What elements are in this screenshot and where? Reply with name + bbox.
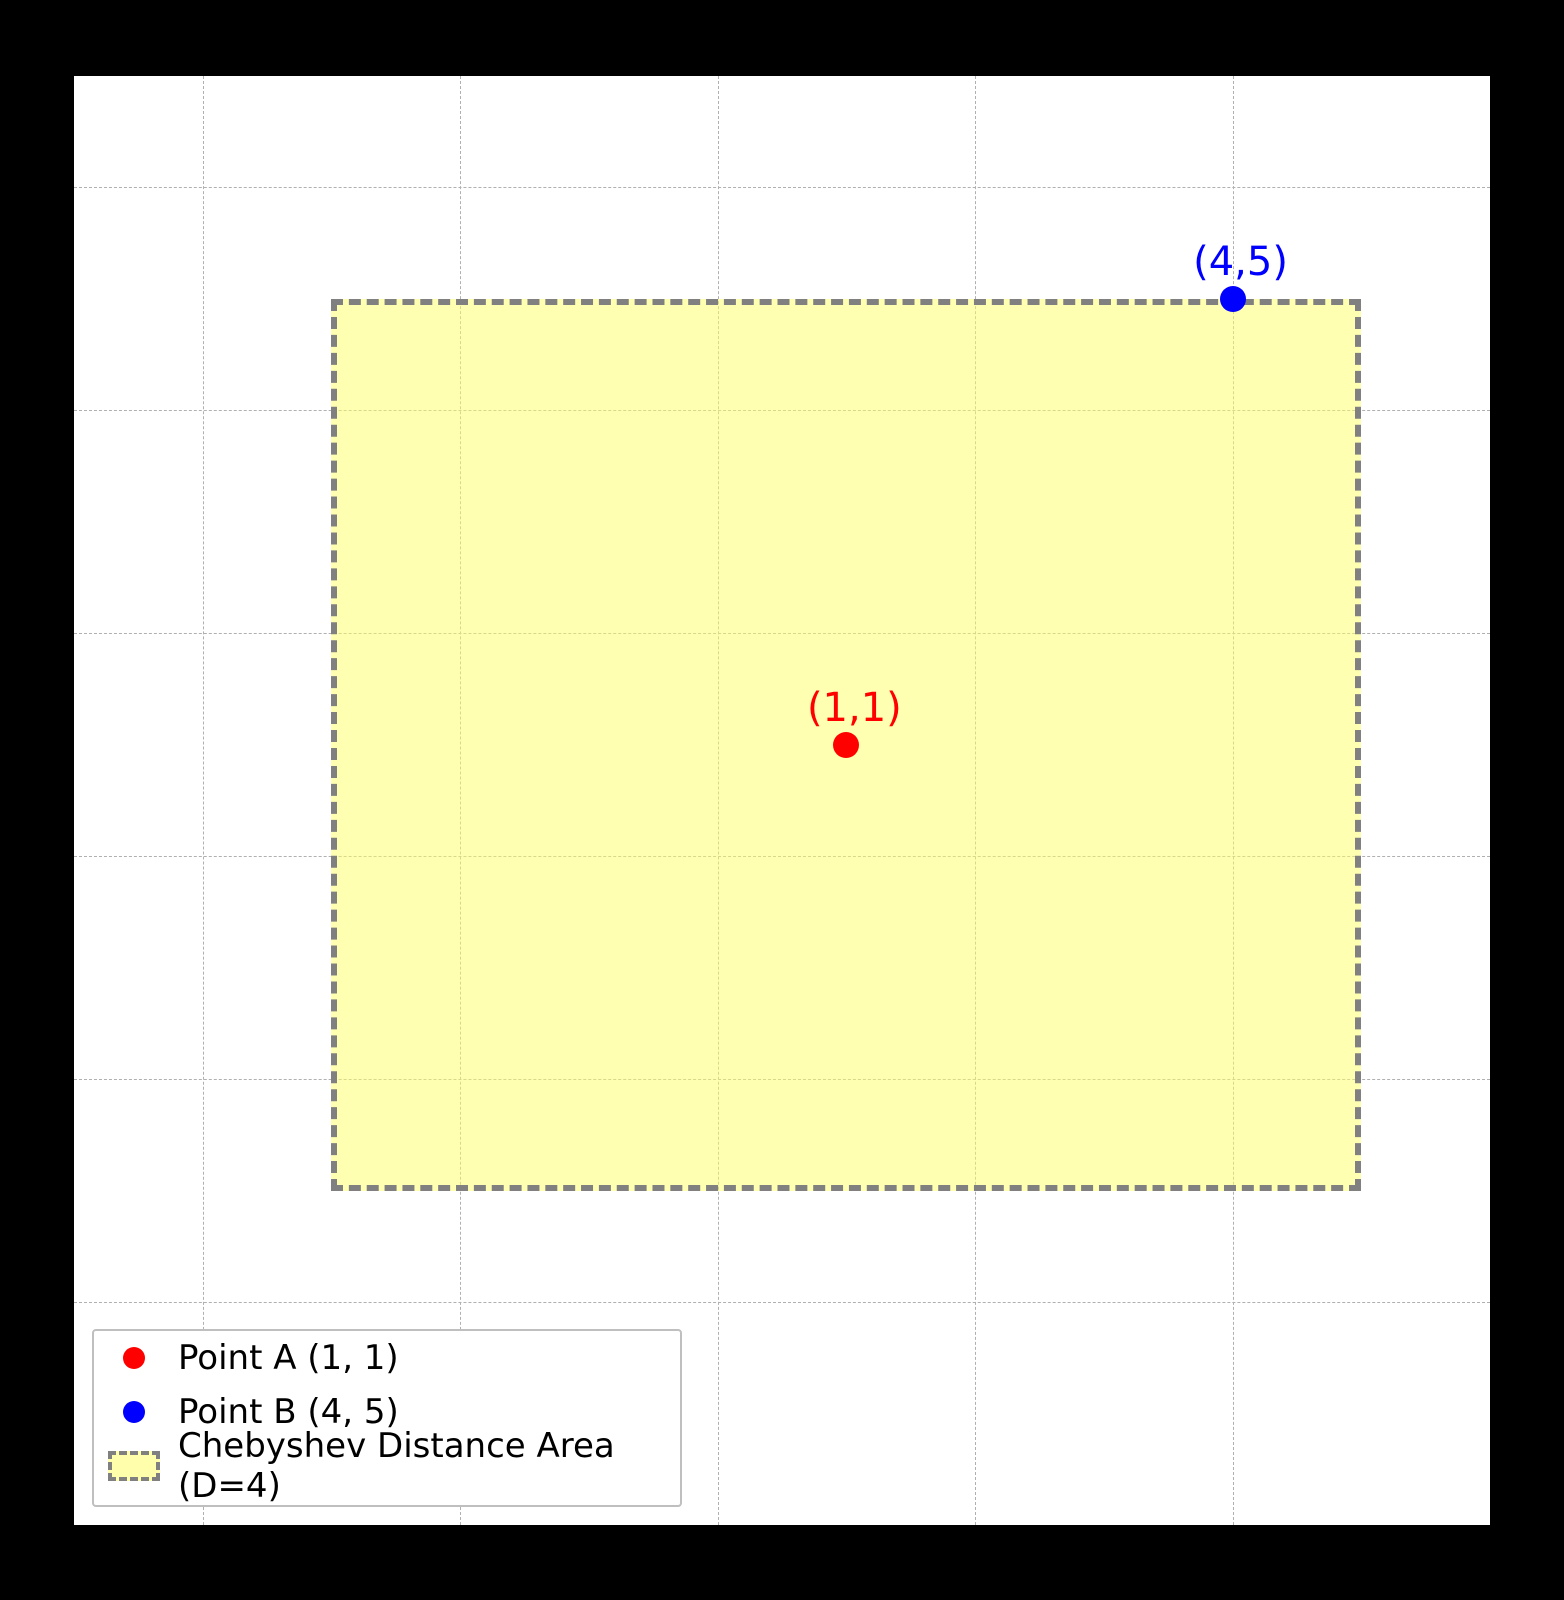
point-b [1220,286,1246,312]
legend-marker-blue [123,1401,145,1423]
chart-canvas: (1,1) (4,5) Point A (1, 1) Point B (4, 5)… [0,0,1564,1600]
grid-line-h [74,1302,1490,1303]
plot-inner: (1,1) (4,5) [74,76,1490,1525]
grid-line-h [74,187,1490,188]
legend: Point A (1, 1) Point B (4, 5) Chebyshev … [92,1329,682,1507]
point-b-label: (4,5) [1193,239,1288,285]
grid-line-v [203,76,204,1525]
legend-marker-red [123,1347,145,1369]
legend-row-point-a: Point A (1, 1) [94,1331,680,1385]
legend-patch-chebyshev [108,1451,160,1481]
legend-label: Point A (1, 1) [178,1338,399,1378]
point-a [833,732,859,758]
legend-label: Chebyshev Distance Area (D=4) [178,1426,666,1506]
plot-area: (1,1) (4,5) Point A (1, 1) Point B (4, 5)… [71,73,1493,1528]
point-a-label: (1,1) [807,685,902,731]
legend-row-patch: Chebyshev Distance Area (D=4) [94,1439,680,1493]
